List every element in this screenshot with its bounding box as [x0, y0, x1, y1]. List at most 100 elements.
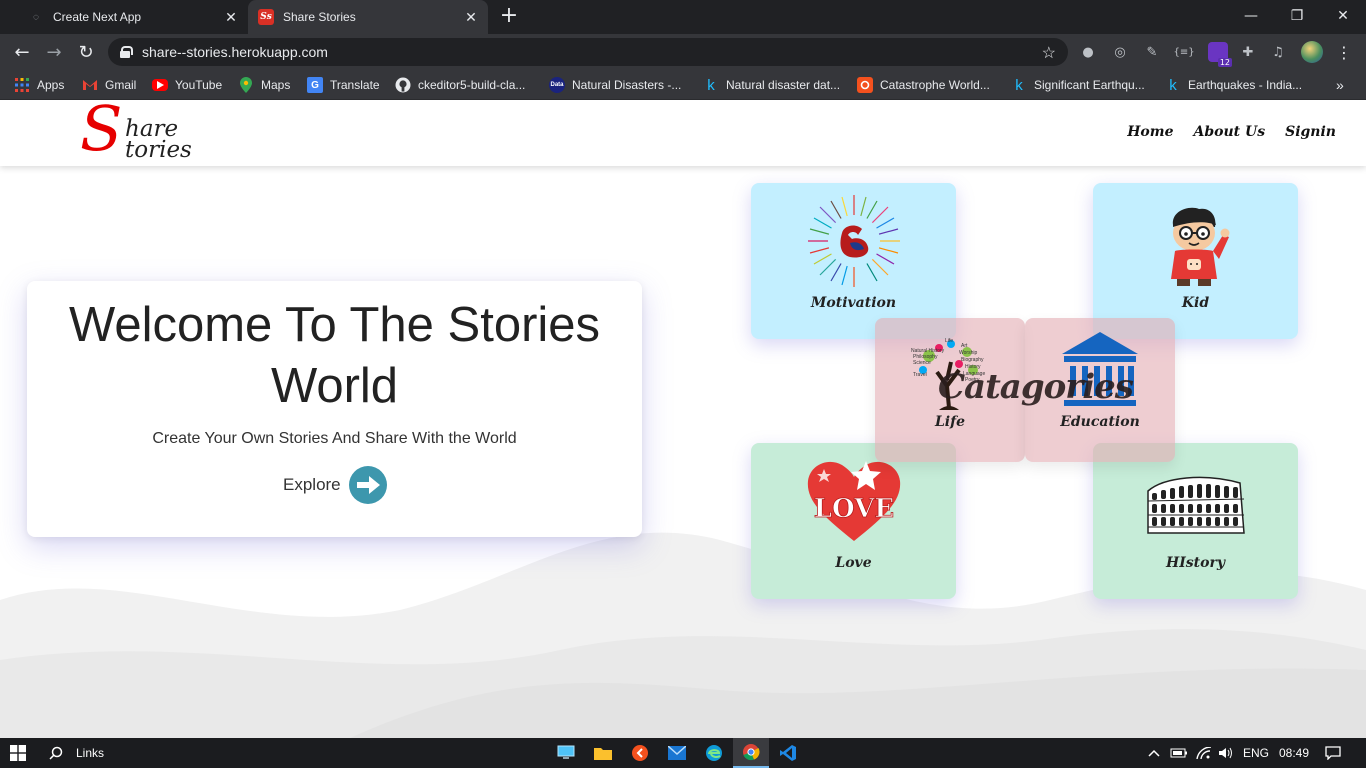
clock[interactable]: 08:49 — [1279, 738, 1309, 768]
microphone-extension-icon[interactable]: ● — [1078, 42, 1098, 62]
bookmark-translate[interactable]: G Translate — [307, 76, 380, 94]
colosseum-icon — [1146, 476, 1245, 534]
code-extension-icon[interactable]: {≡} — [1173, 42, 1194, 62]
youtube-icon — [152, 79, 168, 91]
arrow-right-icon[interactable] — [348, 466, 387, 504]
category-label: Motivation — [810, 295, 897, 311]
profile-avatar[interactable] — [1301, 41, 1323, 63]
bookmark-significant-earthquakes[interactable]: k Significant Earthqu... — [1011, 76, 1145, 94]
new-tab-button[interactable]: + — [498, 5, 520, 28]
browser-toolbar: ← → ↻ share--stories.herokuapp.com ☆ ● ◎… — [0, 34, 1366, 70]
tree-word: Travel — [913, 372, 927, 378]
data-icon: Data — [549, 77, 565, 93]
close-window-button[interactable]: ✕ — [1320, 0, 1366, 32]
hero-title: Welcome To The Stories World — [68, 298, 601, 413]
minimize-button[interactable]: — — [1228, 0, 1274, 32]
bookmarks-bar: Apps Gmail YouTube Maps G Translate cked… — [0, 70, 1366, 100]
tree-word: Life — [945, 338, 953, 344]
wifi-icon[interactable] — [1194, 738, 1214, 768]
tab-share-stories[interactable]: Ss Share Stories ✕ — [248, 0, 488, 34]
extension-badge: 12 — [1217, 58, 1232, 67]
extensions-puzzle-icon[interactable]: ✚ — [1238, 42, 1258, 62]
this-pc-icon[interactable] — [548, 738, 584, 768]
tree-word: Worship — [959, 350, 977, 356]
tab-create-next-app[interactable]: ◌ Create Next App ✕ — [18, 0, 248, 34]
category-label: Education — [1060, 414, 1140, 430]
battery-icon[interactable] — [1168, 738, 1190, 768]
nav-signin-link[interactable]: Signin — [1285, 124, 1336, 140]
language-indicator[interactable]: ENG — [1243, 738, 1269, 768]
pen-extension-icon[interactable]: ✎ — [1142, 42, 1162, 62]
logo-s: S — [80, 100, 123, 165]
app-orange-icon[interactable] — [622, 738, 658, 768]
categories-heading: Catagories — [938, 367, 1134, 407]
bookmark-ckeditor[interactable]: ckeditor5-build-cla... — [395, 76, 525, 94]
reload-icon[interactable]: ↻ — [73, 39, 99, 65]
bookmark-maps[interactable]: Maps — [238, 76, 290, 94]
love-text: LOVE — [813, 494, 893, 524]
tree-word: Science — [913, 360, 931, 366]
close-tab-icon[interactable]: ✕ — [222, 8, 240, 26]
tab-title: Share Stories — [283, 10, 356, 24]
close-tab-icon[interactable]: ✕ — [462, 8, 480, 26]
bookmark-gmail[interactable]: Gmail — [82, 76, 136, 94]
search-icon[interactable] — [46, 738, 66, 768]
heart-love-icon: LOVE — [807, 461, 900, 541]
catastrophe-icon — [857, 77, 873, 93]
vscode-icon[interactable] — [770, 738, 806, 768]
maps-icon — [238, 77, 254, 93]
notifications-icon[interactable] — [1322, 738, 1344, 768]
nav-about-link[interactable]: About Us — [1193, 124, 1265, 140]
restore-button[interactable]: ❐ — [1274, 0, 1320, 32]
volume-icon[interactable] — [1216, 738, 1236, 768]
bookmark-natural-disasters[interactable]: Data Natural Disasters -... — [549, 76, 681, 94]
url-text: share--stories.herokuapp.com — [142, 44, 328, 60]
chevron-up-icon[interactable] — [1144, 738, 1164, 768]
record-extension-icon[interactable]: ◎ — [1110, 42, 1130, 62]
file-explorer-icon[interactable] — [585, 738, 621, 768]
flexed-arm-icon — [807, 195, 900, 287]
bookmark-apps[interactable]: Apps — [14, 76, 64, 94]
bookmark-label: ckeditor5-build-cla... — [418, 78, 526, 92]
explore-button[interactable]: Explore — [283, 466, 387, 504]
bookmark-label: Natural disaster dat... — [726, 78, 841, 92]
mail-icon[interactable] — [659, 738, 695, 768]
bookmark-star-icon[interactable]: ☆ — [1042, 43, 1056, 63]
windows-taskbar: Links ENG 08:49 — [0, 738, 1366, 768]
media-control-icon[interactable]: ♫ — [1268, 42, 1288, 62]
hero-subtitle: Create Your Own Stories And Share With t… — [152, 430, 517, 447]
bookmark-label: Natural Disasters -... — [572, 78, 682, 92]
bookmark-catastrophe[interactable]: Catastrophe World... — [857, 76, 990, 94]
category-kid[interactable]: Kid — [1093, 183, 1298, 339]
edge-icon[interactable] — [696, 738, 732, 768]
apps-grid-icon — [14, 77, 30, 93]
cartoon-kid-icon — [1170, 207, 1229, 286]
back-icon[interactable]: ← — [9, 39, 35, 65]
more-bookmarks-icon[interactable]: » — [1336, 76, 1344, 94]
translate-icon: G — [307, 77, 323, 93]
category-love[interactable]: LOVE Love — [751, 443, 956, 599]
forward-icon[interactable]: → — [41, 39, 67, 65]
category-history[interactable]: HIstory — [1093, 443, 1298, 599]
address-bar[interactable]: share--stories.herokuapp.com ☆ — [108, 38, 1068, 66]
loading-icon: ◌ — [33, 11, 39, 23]
bookmark-label: Catastrophe World... — [880, 78, 990, 92]
chrome-menu-icon[interactable]: ⋮ — [1334, 42, 1354, 62]
bookmark-label: YouTube — [175, 78, 223, 92]
bookmark-natural-disaster-data[interactable]: k Natural disaster dat... — [703, 76, 840, 94]
badge-extension-icon[interactable]: 12 — [1208, 42, 1232, 67]
gmail-icon — [82, 77, 98, 93]
share-stories-logo[interactable]: S hare tories — [80, 100, 210, 164]
bookmark-label: Earthquakes - India... — [1188, 78, 1303, 92]
category-motivation[interactable]: Motivation — [751, 183, 956, 339]
bookmark-youtube[interactable]: YouTube — [152, 76, 222, 94]
bookmark-label: Gmail — [105, 78, 137, 92]
chrome-icon[interactable] — [733, 738, 769, 768]
bookmark-label: Significant Earthqu... — [1034, 78, 1145, 92]
bookmark-label: Apps — [37, 78, 65, 92]
nav-home-link[interactable]: Home — [1127, 124, 1173, 140]
bookmark-earthquakes-india[interactable]: k Earthquakes - India... — [1165, 76, 1302, 94]
windows-start-icon[interactable] — [0, 738, 36, 768]
taskbar-search-label[interactable]: Links — [76, 738, 104, 768]
hero-card: Welcome To The Stories World Create Your… — [27, 281, 642, 537]
